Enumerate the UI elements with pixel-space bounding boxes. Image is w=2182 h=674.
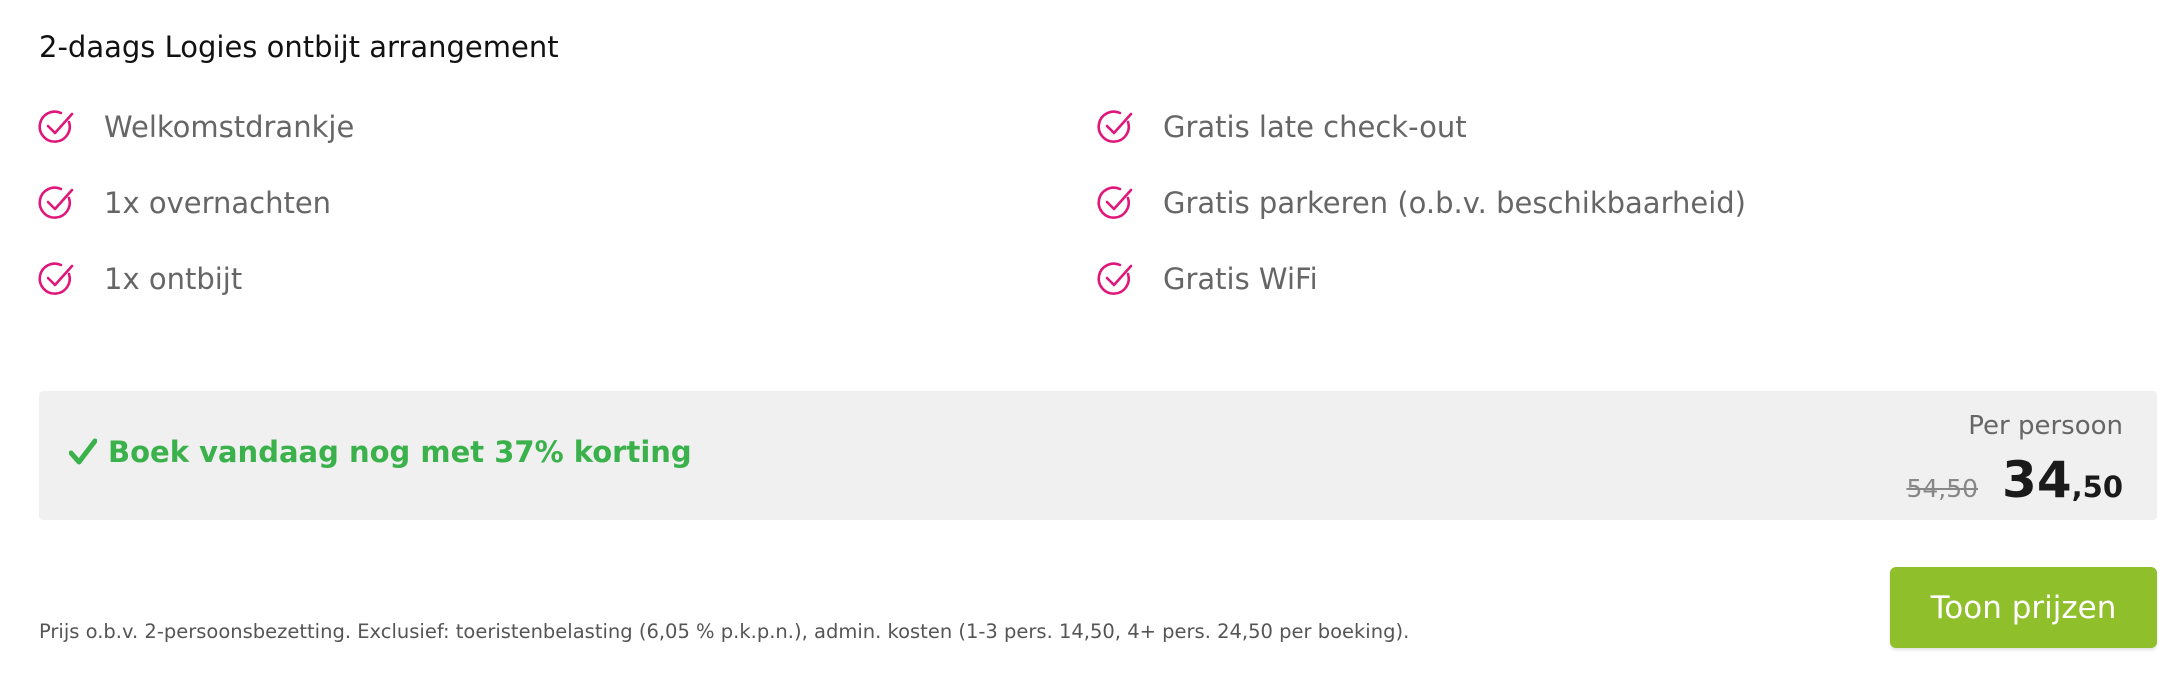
feature-label: Welkomstdrankje <box>104 110 355 144</box>
checkmark-icon <box>69 438 97 465</box>
old-price: 54,50 <box>1906 474 1979 503</box>
feature-label: 1x ontbijt <box>104 262 243 296</box>
price-panel: Boek vandaag nog met 37% korting Per per… <box>39 391 2157 520</box>
promo-text: Boek vandaag nog met 37% korting <box>108 435 692 469</box>
feature-item: Gratis late check-out <box>1096 108 1467 184</box>
show-prices-button[interactable]: Toon prijzen <box>1890 567 2157 648</box>
feature-label: 1x overnachten <box>104 186 332 220</box>
feature-list-right: Gratis late check-out Gratis parkeren (o… <box>1096 108 1746 336</box>
feature-label: Gratis parkeren (o.b.v. beschikbaarheid) <box>1163 186 1746 220</box>
check-circle-icon <box>38 186 74 219</box>
check-circle-icon <box>1097 110 1133 143</box>
new-price-decimals: ,50 <box>2071 470 2123 504</box>
check-circle-icon <box>1097 186 1133 219</box>
feature-label: Gratis WiFi <box>1163 262 1318 296</box>
discount-promo: Boek vandaag nog met 37% korting <box>69 435 692 469</box>
feature-item: Welkomstdrankje <box>37 108 354 184</box>
check-circle-icon <box>1097 262 1133 295</box>
new-price-integer: 34 <box>2002 451 2072 509</box>
check-circle-icon <box>38 110 74 143</box>
check-circle-icon <box>38 262 74 295</box>
price-disclaimer: Prijs o.b.v. 2-persoonsbezetting. Exclus… <box>39 620 1410 643</box>
per-person-label: Per persoon <box>1968 411 2123 441</box>
feature-item: 1x ontbijt <box>37 260 242 336</box>
feature-item: Gratis parkeren (o.b.v. beschikbaarheid) <box>1096 184 1746 260</box>
price: 54,50 34 ,50 <box>1906 451 2123 509</box>
feature-label: Gratis late check-out <box>1163 110 1467 144</box>
feature-list-left: Welkomstdrankje 1x overnachten 1x ontbij… <box>37 108 354 336</box>
feature-item: 1x overnachten <box>37 184 331 260</box>
feature-item: Gratis WiFi <box>1096 260 1318 336</box>
package-title: 2-daags Logies ontbijt arrangement <box>39 30 559 64</box>
